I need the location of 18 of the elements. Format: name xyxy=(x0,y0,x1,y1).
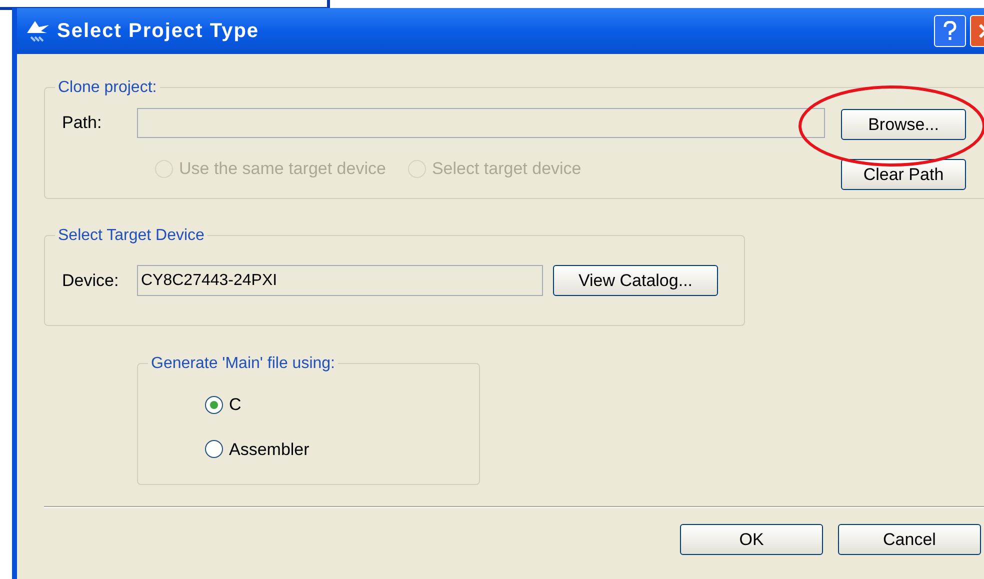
device-label: Device: xyxy=(62,270,120,292)
browse-button[interactable]: Browse... xyxy=(841,109,966,140)
path-field[interactable] xyxy=(137,108,825,138)
app-icon xyxy=(25,19,51,43)
device-field[interactable]: CY8C27443-24PXI xyxy=(137,265,543,296)
radio-label: Select target device xyxy=(432,158,582,180)
radio-button[interactable] xyxy=(205,440,223,458)
radio-label: Use the same target device xyxy=(179,158,386,180)
help-icon[interactable] xyxy=(934,15,966,47)
window-title: Select Project Type xyxy=(57,19,260,44)
radio-button[interactable] xyxy=(205,396,223,414)
radio-label: Assembler xyxy=(229,438,310,460)
path-label: Path: xyxy=(62,112,103,134)
dialog-button[interactable]: OK xyxy=(680,524,823,555)
clear-path-button[interactable]: Clear Path xyxy=(841,159,966,190)
radio-label: C xyxy=(229,394,242,416)
view-catalog-button[interactable]: View Catalog... xyxy=(553,265,718,296)
dialog-button[interactable]: Cancel xyxy=(838,524,981,555)
